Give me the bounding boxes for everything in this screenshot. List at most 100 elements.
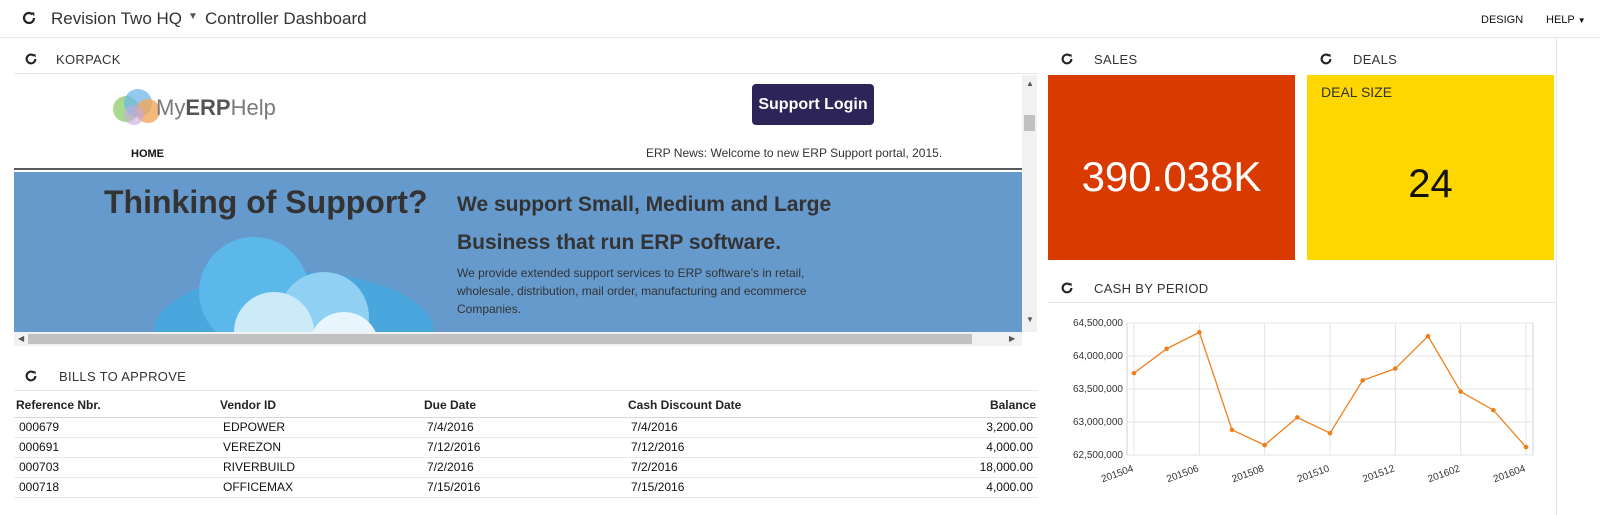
scroll-up-icon[interactable]: ▲ [1026, 79, 1034, 88]
refresh-icon[interactable] [1060, 281, 1074, 295]
y-tick-label: 63,000,000 [1073, 417, 1123, 428]
design-button[interactable]: DESIGN [1481, 14, 1523, 26]
cell-vendor: EDPOWER [218, 417, 422, 438]
data-point [1523, 444, 1529, 450]
widget-title: BILLS TO APPROVE [59, 369, 187, 384]
refresh-icon[interactable] [24, 52, 38, 66]
widget-title: SALES [1094, 52, 1138, 67]
data-point [1164, 346, 1169, 352]
deals-kpi-tile[interactable]: DEAL SIZE 24 [1307, 75, 1554, 260]
help-label: HELP [1546, 14, 1575, 26]
cell-discount-date: 7/2/2016 [626, 457, 830, 478]
deal-size-value: 24 [1408, 162, 1453, 206]
cell-discount-date: 7/15/2016 [626, 477, 830, 498]
table-row[interactable]: 000703 RIVERBUILD 7/2/2016 7/2/2016 18,0… [14, 457, 1038, 478]
cell-discount-date: 7/4/2016 [626, 417, 830, 438]
data-point [1197, 329, 1202, 335]
bills-widget-header: BILLS TO APPROVE [14, 361, 1038, 391]
cell-due-date: 7/4/2016 [422, 417, 626, 438]
widget-title: KORPACK [56, 52, 121, 67]
x-tick-label: 201602 [1427, 463, 1463, 485]
x-tick-label: 201510 [1296, 463, 1332, 485]
scroll-left-icon[interactable]: ◀ [18, 334, 24, 343]
x-tick-label: 201512 [1361, 463, 1397, 485]
data-point [1491, 407, 1496, 413]
company-selector[interactable]: Revision Two HQ [51, 9, 182, 29]
cell-due-date: 7/2/2016 [422, 457, 626, 478]
sales-kpi-tile[interactable]: 390.038K [1048, 75, 1295, 260]
data-point [1458, 389, 1463, 394]
logo-text-pre: My [156, 95, 186, 120]
column-header-due-date[interactable]: Due Date [422, 393, 626, 418]
x-tick-label: 201506 [1165, 463, 1201, 485]
data-point [1295, 415, 1300, 420]
cash-by-period-chart[interactable]: 62,500,000 63,000,000 63,500,000 64,000,000… [1048, 306, 1548, 506]
logo-text-post: Help [230, 95, 276, 120]
cell-balance: 4,000.00 [830, 477, 1038, 498]
table-row[interactable]: 000691 VEREZON 7/12/2016 7/12/2016 4,000… [14, 437, 1038, 458]
chevron-down-icon: ▼ [1577, 16, 1586, 25]
hero-heading: We support Small, Medium and Large Busin… [457, 193, 832, 254]
site-header: MyERPHelp Support Login HOME ERP News: W… [14, 75, 1022, 170]
deals-widget-header: DEALS [1307, 44, 1554, 74]
cell-balance: 4,000.00 [830, 437, 1038, 458]
data-point [1425, 333, 1431, 339]
data-point [1131, 370, 1137, 376]
data-point [1360, 378, 1365, 383]
widget-title: CASH BY PERIOD [1094, 281, 1209, 296]
hero-title: Thinking of Support? [104, 184, 428, 220]
table-header-row: Reference Nbr. Vendor ID Due Date Cash D… [14, 393, 1038, 418]
cell-vendor: OFFICEMAX [218, 477, 422, 498]
hero-body: We provide extended support services to … [457, 266, 807, 316]
data-point [1393, 366, 1398, 371]
cell-due-date: 7/15/2016 [422, 477, 626, 498]
scroll-right-icon[interactable]: ▶ [1009, 334, 1015, 343]
y-tick-label: 64,000,000 [1073, 351, 1123, 362]
column-header-balance[interactable]: Balance [830, 393, 1038, 418]
column-header-discount-date[interactable]: Cash Discount Date [626, 393, 830, 418]
cell-due-date: 7/12/2016 [422, 437, 626, 458]
refresh-icon[interactable] [21, 10, 37, 26]
support-login-button[interactable]: Support Login [752, 84, 874, 125]
cell-reference[interactable]: 000691 [14, 437, 218, 458]
column-header-reference[interactable]: Reference Nbr. [14, 393, 218, 418]
top-bar: Revision Two HQ ▼ Controller Dashboard D… [0, 0, 1600, 38]
scroll-down-icon[interactable]: ▼ [1026, 315, 1034, 324]
nav-home-link[interactable]: HOME [131, 148, 164, 160]
refresh-icon[interactable] [1060, 52, 1074, 66]
cloud-illustration [154, 237, 434, 332]
page-title: Controller Dashboard [205, 9, 367, 28]
cell-vendor: VEREZON [218, 437, 422, 458]
cash-widget-header: CASH BY PERIOD [1048, 273, 1556, 303]
cell-discount-date: 7/12/2016 [626, 437, 830, 458]
scroll-thumb[interactable] [1024, 115, 1035, 131]
chevron-down-icon[interactable]: ▼ [188, 11, 198, 22]
refresh-icon[interactable] [24, 369, 38, 383]
scroll-thumb[interactable] [28, 334, 972, 344]
x-tick-label: 201508 [1231, 463, 1267, 485]
logo-text: MyERPHelp [156, 95, 276, 121]
cell-reference[interactable]: 000718 [14, 477, 218, 498]
help-button[interactable]: HELP ▼ [1546, 14, 1586, 26]
data-point [1262, 442, 1267, 448]
news-ticker: ERP News: Welcome to new ERP Support por… [646, 146, 943, 160]
cell-reference[interactable]: 000703 [14, 457, 218, 478]
cell-vendor: RIVERBUILD [218, 457, 422, 478]
cell-reference[interactable]: 000679 [14, 417, 218, 438]
y-tick-label: 62,500,000 [1073, 450, 1123, 461]
data-point [1229, 427, 1235, 433]
table-row[interactable]: 000718 OFFICEMAX 7/15/2016 7/15/2016 4,0… [14, 477, 1038, 498]
table-row[interactable]: 000679 EDPOWER 7/4/2016 7/4/2016 3,200.0… [14, 417, 1038, 438]
horizontal-scrollbar[interactable]: ◀ ▶ [14, 332, 1022, 346]
vertical-scrollbar[interactable]: ▲ ▼ [1022, 75, 1037, 332]
column-header-vendor[interactable]: Vendor ID [218, 393, 422, 418]
sales-value: 390.038K [1081, 153, 1262, 200]
cell-balance: 18,000.00 [830, 457, 1038, 478]
y-tick-label: 64,500,000 [1073, 318, 1123, 329]
sales-widget-header: SALES [1048, 44, 1295, 74]
deal-size-label: DEAL SIZE [1321, 84, 1393, 100]
hero-banner: Thinking of Support? We support Small, M… [14, 172, 1022, 332]
widget-title: DEALS [1353, 52, 1398, 67]
refresh-icon[interactable] [1319, 52, 1333, 66]
korpack-embedded-page[interactable]: MyERPHelp Support Login HOME ERP News: W… [14, 75, 1037, 346]
